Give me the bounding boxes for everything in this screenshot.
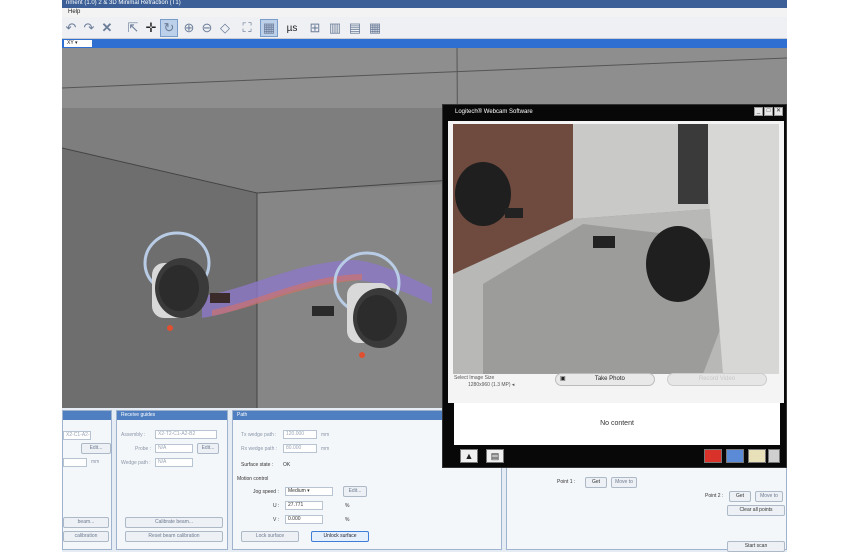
zoom-out-icon[interactable]: ⊖	[198, 19, 216, 37]
receive-probe-label: Probe :	[135, 446, 152, 452]
tx-wedge-label: Tx wedge path :	[241, 432, 277, 438]
maximize-icon[interactable]: □	[764, 107, 773, 116]
receive-edit-button[interactable]: Edit...	[197, 443, 219, 454]
surface-state-value: OK	[283, 462, 291, 468]
toolbar: ↶ ↷ ✕ ⇱ ✛ ↻ ⊕ ⊖ ◇ ⛶ ▦ µs ⊞ ▥ ▤ ▦	[62, 17, 787, 39]
point2-label: Point 2 :	[705, 493, 724, 499]
webcam-frame: Select Image Size 1280x960 (1.3 MP) ◂	[448, 121, 784, 403]
image-size-label: Select Image Size	[454, 375, 495, 381]
image-size-select[interactable]: 1280x960 (1.3 MP) ◂	[468, 382, 514, 388]
camera-icon: ▣	[560, 376, 566, 382]
rotate-icon[interactable]: ↻	[160, 19, 178, 37]
close-icon[interactable]: ✕	[774, 107, 783, 116]
v-percent-label: %	[345, 517, 350, 523]
take-photo-button[interactable]: ▣ Take Photo	[555, 373, 655, 386]
receive-probe-field[interactable]: N/A	[155, 444, 193, 453]
surface-state-label: Surface state :	[241, 462, 274, 468]
rx-wedge-label: Rx wedge path :	[241, 446, 278, 452]
point1-get-button[interactable]: Get	[585, 477, 607, 488]
undo-icon[interactable]: ↶	[62, 19, 80, 37]
clear-all-points-button[interactable]: Clear all points	[727, 505, 785, 516]
no-content-area: No content	[454, 403, 780, 445]
trash-icon[interactable]	[768, 449, 780, 463]
point1-label: Point 1 :	[557, 479, 576, 485]
receive-wedge-field[interactable]: N/A	[155, 458, 193, 467]
start-scan-button[interactable]: Start scan	[727, 541, 785, 552]
point2-move-button[interactable]: Move to	[755, 491, 783, 502]
emit-reset-calibration-button[interactable]: calibration	[63, 531, 109, 542]
fit-view-icon[interactable]: ⛶	[238, 19, 256, 37]
emit-unit-label: mm	[91, 459, 100, 465]
receive-wedge-label: Wedge path :	[121, 460, 151, 466]
jog-speed-label: Jog speed :	[253, 489, 279, 495]
move-icon[interactable]: ✛	[142, 19, 160, 37]
minimize-icon[interactable]: _	[754, 107, 763, 116]
receive-assembly-field[interactable]: X2-T2-C1-A2-B2	[155, 430, 217, 439]
window-title: nment (1.0) 2 & 3D Minimal Refraction (T…	[62, 0, 787, 8]
measure-icon[interactable]: ◇	[216, 19, 234, 37]
emit-calibrate-beam-button[interactable]: beam...	[63, 517, 109, 528]
layout-single-icon[interactable]: ⊞	[306, 19, 324, 37]
tx-wedge-field[interactable]: 120.000	[283, 430, 317, 439]
unlock-surface-button[interactable]: Unlock surface	[311, 531, 369, 542]
motion-control-label: Motion control	[237, 476, 269, 482]
lock-surface-button[interactable]: Lock surface	[241, 531, 299, 542]
receive-guides-panel: Receive guides Assembly : X2-T2-C1-A2-B2…	[116, 410, 228, 550]
layout-quad-icon[interactable]: ▤	[346, 19, 364, 37]
menu-help[interactable]: Help	[68, 9, 80, 15]
reset-beam-calibration-button[interactable]: Reset beam calibration	[125, 531, 223, 542]
webcam-feed	[453, 124, 779, 374]
photo-mode-icon[interactable]: ▲	[460, 449, 478, 463]
youtube-icon[interactable]	[704, 449, 722, 463]
emit-guides-panel: X2-C1-A2-B1 Edit... mm beam... calibrati…	[62, 410, 112, 550]
emit-edit-button[interactable]: Edit...	[81, 443, 111, 454]
point2-get-button[interactable]: Get	[729, 491, 751, 502]
edit-icon[interactable]	[726, 449, 744, 463]
layout-grid-icon[interactable]: ▦	[366, 19, 384, 37]
calibrate-beam-button[interactable]: Calibrate beam...	[125, 517, 223, 528]
rx-wedge-field[interactable]: 80.000	[283, 444, 317, 453]
redo-icon[interactable]: ↷	[80, 19, 98, 37]
v-field[interactable]: 0.000	[285, 515, 323, 524]
emit-wedge-field[interactable]	[63, 458, 87, 467]
email-icon[interactable]	[748, 449, 766, 463]
webcam-window-buttons: _ □ ✕	[754, 107, 783, 116]
point1-move-button[interactable]: Move to	[611, 477, 637, 488]
view-select[interactable]: XY ▾	[64, 40, 92, 47]
emit-assembly-field[interactable]: X2-C1-A2-B1	[63, 431, 91, 440]
rx-unit-label: mm	[321, 446, 330, 452]
layout-split-icon[interactable]: ▥	[326, 19, 344, 37]
menu-bar: Help	[62, 8, 787, 17]
webcam-window: Logitech® Webcam Software _ □ ✕ Select I…	[442, 104, 787, 468]
v-label: V :	[273, 517, 280, 523]
webcam-title: Logitech® Webcam Software	[455, 109, 533, 115]
microsecond-icon[interactable]: µs	[282, 19, 302, 37]
tx-unit-label: mm	[321, 432, 330, 438]
delete-icon[interactable]: ✕	[98, 19, 116, 37]
video-mode-icon[interactable]: ▤	[486, 449, 504, 463]
jog-speed-select[interactable]: Medium ▾	[285, 487, 333, 496]
receive-assembly-label: Assembly :	[121, 432, 146, 438]
record-video-button[interactable]: Record Video	[667, 373, 767, 386]
webcam-bottom-bar: ▲ ▤	[454, 447, 780, 465]
view-bar: XY ▾	[62, 39, 787, 48]
receive-guides-header: Receive guides	[117, 411, 227, 420]
select-arrow-icon[interactable]: ⇱	[124, 19, 142, 37]
u-label: U :	[273, 503, 280, 509]
emit-guides-header	[63, 411, 111, 420]
u-field[interactable]: 27.771	[285, 501, 323, 510]
zoom-in-icon[interactable]: ⊕	[180, 19, 198, 37]
u-percent-label: %	[345, 503, 350, 509]
jog-edit-button[interactable]: Edit...	[343, 486, 367, 497]
grid-icon[interactable]: ▦	[260, 19, 278, 37]
